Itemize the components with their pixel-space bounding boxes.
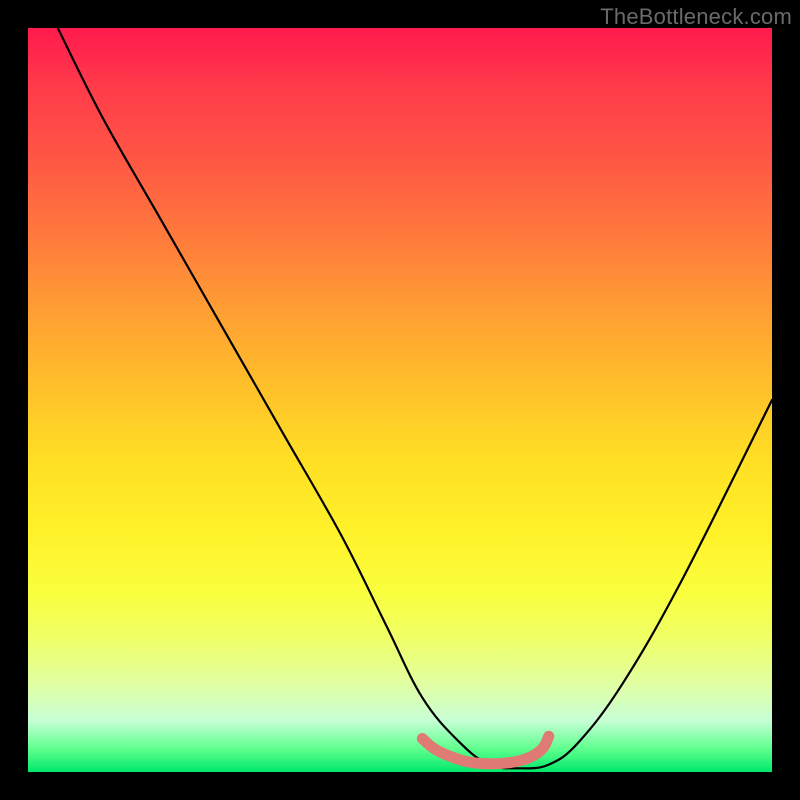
chart-curve-svg [28,28,772,772]
chart-plot-area [28,28,772,772]
plateau-marker-band [422,736,549,764]
bottleneck-curve-line [58,28,772,768]
attribution-label: TheBottleneck.com [600,4,792,30]
